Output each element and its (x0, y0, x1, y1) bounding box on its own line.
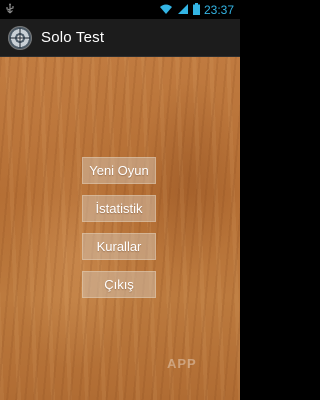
signal-icon (177, 0, 189, 19)
app-title: Solo Test (41, 29, 105, 46)
status-bar: 23:37 (0, 0, 240, 19)
action-bar: Solo Test (0, 19, 240, 57)
exit-button[interactable]: Çıkış (82, 271, 156, 298)
battery-icon (192, 0, 200, 19)
watermark: APP (167, 356, 197, 371)
main-menu: Yeni Oyun İstatistik Kurallar Çıkış (82, 157, 156, 298)
status-time: 23:37 (203, 2, 234, 17)
app-logo-icon[interactable] (8, 25, 32, 50)
wifi-icon (159, 0, 173, 19)
usb-icon (4, 0, 16, 19)
new-game-button[interactable]: Yeni Oyun (82, 157, 156, 184)
rules-button[interactable]: Kurallar (82, 233, 156, 260)
statistics-button[interactable]: İstatistik (82, 195, 156, 222)
